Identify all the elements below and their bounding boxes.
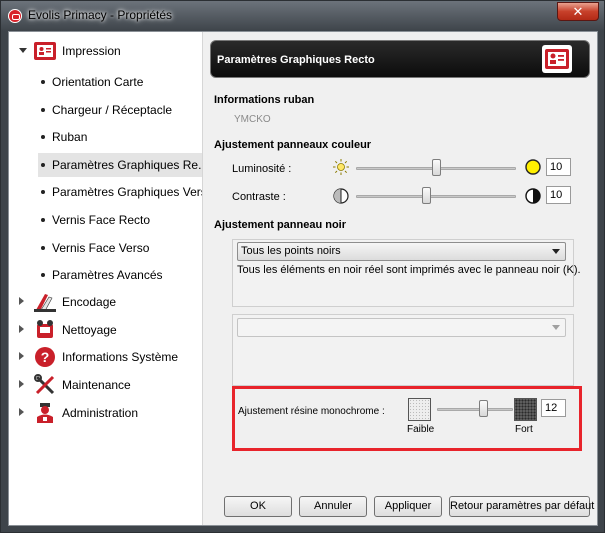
tree-item-label: Chargeur / Réceptacle xyxy=(52,103,173,117)
client-area: Impression Orientation Carte Chargeur / … xyxy=(8,31,598,526)
resin-low-swatch-icon xyxy=(408,398,431,421)
chevron-down-icon[interactable] xyxy=(552,325,560,330)
collapsed-arrow-icon[interactable] xyxy=(19,325,24,333)
tree-item-label: Vernis Face Recto xyxy=(52,213,151,227)
tree-item-feeder[interactable]: Chargeur / Réceptacle xyxy=(38,98,202,122)
bullet-icon xyxy=(41,135,45,139)
ok-button[interactable]: OK xyxy=(224,496,292,517)
contrast-label: Contraste : xyxy=(232,191,286,203)
resin-value-field[interactable]: 12 xyxy=(541,399,566,417)
close-button[interactable]: ✕ xyxy=(557,2,599,21)
reset-defaults-button[interactable]: Retour paramètres par défaut xyxy=(449,496,594,517)
black-mode-dropdown[interactable]: Tous les points noirs xyxy=(237,242,566,261)
contrast-low-icon xyxy=(333,188,349,204)
bullet-icon xyxy=(41,218,45,222)
bullet-icon xyxy=(41,108,45,112)
chevron-down-icon[interactable] xyxy=(552,249,560,254)
black-panel-group: Tous les points noirs Tous les éléments … xyxy=(232,239,581,307)
brightness-high-icon xyxy=(525,159,541,175)
properties-window: Evolis Primacy - Propriétés ✕ Impression xyxy=(0,0,605,533)
resin-slider-thumb[interactable] xyxy=(479,400,488,417)
contrast-value-field[interactable]: 10 xyxy=(546,186,571,204)
tree-group-encodage[interactable]: Encodage xyxy=(9,289,202,315)
ribbon-type-value: YMCKO xyxy=(234,114,271,125)
evolis-app-icon xyxy=(8,9,22,23)
printer-card-icon xyxy=(542,45,572,73)
panel-title: Paramètres Graphiques Recto xyxy=(217,54,375,66)
tree-group-maintenance[interactable]: Maintenance xyxy=(9,372,202,398)
cleaning-icon xyxy=(37,320,53,338)
brightness-slider-thumb[interactable] xyxy=(432,159,441,176)
bullet-icon xyxy=(41,273,45,277)
tree-group-label: Administration xyxy=(62,406,139,420)
color-adjust-title: Ajustement panneaux couleur xyxy=(214,139,372,151)
tree-item-advanced[interactable]: Paramètres Avancés xyxy=(38,263,202,287)
tree-item-orientation[interactable]: Orientation Carte xyxy=(38,70,202,94)
tree-group-label: Impression xyxy=(62,44,121,58)
tools-icon xyxy=(34,374,55,395)
tree-item-label: Paramètres Graphiques Vers... xyxy=(52,185,203,199)
tree-group-nettoyage[interactable]: Nettoyage xyxy=(9,317,202,343)
contrast-high-icon xyxy=(525,188,541,204)
resin-slider[interactable] xyxy=(437,408,513,411)
tree-item-varnish-front[interactable]: Vernis Face Recto xyxy=(38,208,202,232)
encoding-icon xyxy=(34,294,56,312)
black-mode-selected: Tous les points noirs xyxy=(241,245,341,257)
tree-group-system-info[interactable]: ? Informations Système xyxy=(9,344,202,370)
bullet-icon xyxy=(41,190,45,194)
resin-low-label: Faible xyxy=(407,424,435,435)
brightness-value-field[interactable]: 10 xyxy=(546,158,571,176)
tree-item-label: Paramètres Graphiques Re... xyxy=(52,158,203,172)
tree-item-label: Ruban xyxy=(52,130,88,144)
black-adjust-title: Ajustement panneau noir xyxy=(214,219,347,231)
cancel-button[interactable]: Annuler xyxy=(299,496,367,517)
tree-item-graphics-back[interactable]: Paramètres Graphiques Vers... xyxy=(38,180,203,204)
admin-icon xyxy=(37,403,53,423)
tree-item-graphics-front[interactable]: Paramètres Graphiques Re... xyxy=(38,153,203,177)
help-icon: ? xyxy=(35,347,55,367)
svg-text:?: ? xyxy=(41,349,50,365)
tree-group-administration[interactable]: Administration xyxy=(9,400,202,426)
settings-panel: Paramètres Graphiques Recto Informations… xyxy=(210,40,590,490)
tree-item-varnish-back[interactable]: Vernis Face Verso xyxy=(38,236,202,260)
contrast-slider[interactable] xyxy=(356,195,516,198)
secondary-group xyxy=(232,314,574,386)
resin-adjust-highlight: Ajustement résine monochrome : 12 Faible… xyxy=(232,386,582,451)
title-bar[interactable]: Evolis Primacy - Propriétés ✕ xyxy=(1,1,604,31)
printer-card-icon xyxy=(34,42,56,60)
window-title: Evolis Primacy - Propriétés xyxy=(28,8,173,22)
tree-group-label: Encodage xyxy=(62,295,117,309)
tree-item-label: Paramètres Avancés xyxy=(52,268,163,282)
tree-item-label: Vernis Face Verso xyxy=(52,241,150,255)
tree-group-label: Nettoyage xyxy=(62,323,117,337)
bullet-icon xyxy=(41,80,45,84)
resin-label: Ajustement résine monochrome : xyxy=(238,406,385,417)
tree-group-label: Informations Système xyxy=(62,350,179,364)
tree-item-label: Orientation Carte xyxy=(52,75,144,89)
tree-group-label: Maintenance xyxy=(62,378,131,392)
bullet-icon xyxy=(41,246,45,250)
navigation-tree: Impression Orientation Carte Chargeur / … xyxy=(9,32,203,525)
black-mode-description: Tous les éléments en noir réel sont impr… xyxy=(237,264,581,276)
brightness-low-icon xyxy=(333,159,349,175)
resin-high-swatch-icon xyxy=(514,398,537,421)
expanded-arrow-icon[interactable] xyxy=(19,48,27,53)
brightness-label: Luminosité : xyxy=(232,163,292,175)
resin-high-label: Fort xyxy=(515,424,533,435)
collapsed-arrow-icon[interactable] xyxy=(19,380,24,388)
contrast-slider-thumb[interactable] xyxy=(422,187,431,204)
bullet-icon xyxy=(41,163,45,167)
secondary-dropdown[interactable] xyxy=(237,318,566,337)
collapsed-arrow-icon[interactable] xyxy=(19,297,24,305)
apply-button[interactable]: Appliquer xyxy=(374,496,442,517)
tree-item-ribbon[interactable]: Ruban xyxy=(38,125,202,149)
collapsed-arrow-icon[interactable] xyxy=(19,408,24,416)
collapsed-arrow-icon[interactable] xyxy=(19,352,24,360)
tree-group-impression[interactable]: Impression xyxy=(9,38,202,64)
panel-header: Paramètres Graphiques Recto xyxy=(210,40,590,78)
ribbon-info-title: Informations ruban xyxy=(214,94,315,106)
